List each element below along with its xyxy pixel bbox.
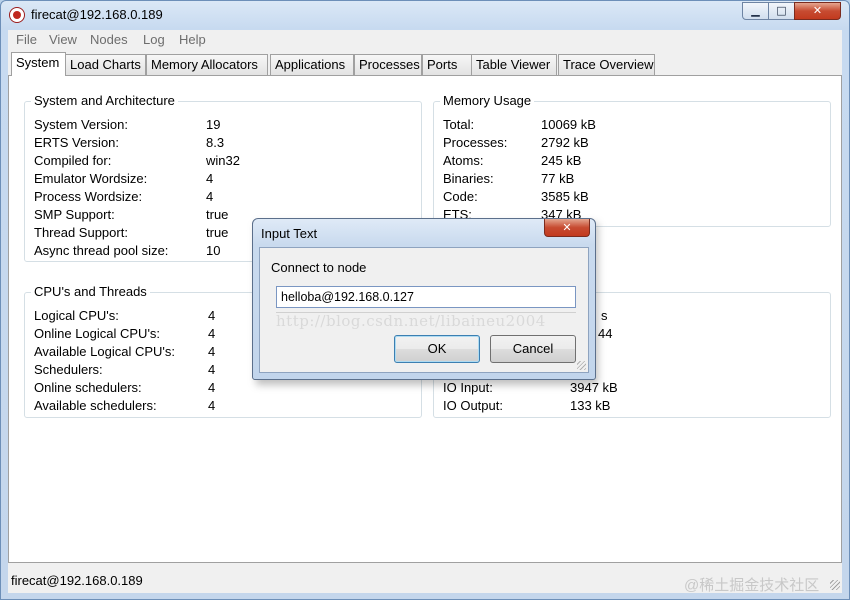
smp-support-label: SMP Support: — [34, 207, 115, 222]
blog-watermark: http://blog.csdn.net/libaineu2004 — [276, 312, 546, 330]
group-title: System and Architecture — [31, 93, 178, 108]
compiled-for-label: Compiled for: — [34, 153, 112, 168]
memory-code-value: 3585 kB — [541, 189, 589, 204]
available-logical-cpus-label: Available Logical CPU's: — [34, 344, 175, 359]
title-bar[interactable]: firecat@192.168.0.189 ▁ □ ✕ — [1, 1, 849, 29]
statistics-partial-value-2: 44 — [598, 326, 613, 341]
emulator-wordsize-value: 4 — [206, 171, 214, 186]
erlang-observer-icon — [9, 7, 25, 23]
io-output-value: 133 kB — [570, 398, 611, 413]
dialog-title: Input Text — [261, 226, 318, 241]
memory-atoms-value: 245 kB — [541, 153, 582, 168]
connect-prompt-label: Connect to node — [271, 260, 367, 275]
input-text-dialog: Input Text ✕ Connect to node http://blog… — [252, 218, 596, 380]
available-schedulers-label: Available schedulers: — [34, 398, 157, 413]
logical-cpus-label: Logical CPU's: — [34, 308, 119, 323]
node-name-input[interactable] — [276, 286, 576, 308]
compiled-for-value: win32 — [206, 153, 240, 168]
schedulers-label: Schedulers: — [34, 362, 103, 377]
memory-total-value: 10069 kB — [541, 117, 596, 132]
memory-binaries-value: 77 kB — [541, 171, 575, 186]
emulator-wordsize-label: Emulator Wordsize: — [34, 171, 148, 186]
async-pool-label: Async thread pool size: — [34, 243, 169, 258]
smp-support-value: true — [206, 207, 229, 222]
memory-processes-value: 2792 kB — [541, 135, 589, 150]
minimize-button[interactable]: ▁ — [742, 2, 769, 20]
erts-version-label: ERTS Version: — [34, 135, 120, 150]
tab-applications[interactable]: Applications — [270, 54, 354, 75]
menu-bar: File View Nodes Log Help — [8, 30, 842, 50]
memory-code-label: Code: — [443, 189, 478, 204]
thread-support-value: true — [206, 225, 229, 240]
memory-processes-label: Processes: — [443, 135, 508, 150]
group-title: Memory Usage — [440, 93, 535, 108]
ok-button[interactable]: OK — [394, 335, 480, 363]
memory-total-label: Total: — [443, 117, 475, 132]
process-wordsize-value: 4 — [206, 189, 214, 204]
logical-cpus-value: 4 — [208, 308, 216, 323]
io-output-label: IO Output: — [443, 398, 503, 413]
memory-atoms-label: Atoms: — [443, 153, 484, 168]
tab-load-charts[interactable]: Load Charts — [65, 54, 146, 75]
online-logical-cpus-value: 4 — [208, 326, 216, 341]
maximize-button[interactable]: □ — [768, 2, 795, 20]
window-title: firecat@192.168.0.189 — [31, 7, 163, 22]
menu-help[interactable]: Help — [179, 32, 206, 47]
memory-binaries-label: Binaries: — [443, 171, 494, 186]
statistics-partial-value-1: s — [601, 308, 608, 323]
dialog-body: Connect to node http://blog.csdn.net/lib… — [259, 247, 589, 373]
group-title: CPU's and Threads — [31, 284, 150, 299]
process-wordsize-label: Process Wordsize: — [34, 189, 143, 204]
cancel-button[interactable]: Cancel — [490, 335, 576, 363]
menu-file[interactable]: File — [16, 32, 37, 47]
tab-memory-allocators[interactable]: Memory Allocators — [146, 54, 268, 75]
schedulers-value: 4 — [208, 362, 216, 377]
menu-view[interactable]: View — [49, 32, 77, 47]
available-schedulers-value: 4 — [208, 398, 216, 413]
erts-version-value: 8.3 — [206, 135, 225, 150]
tab-trace-overview[interactable]: Trace Overview — [558, 54, 655, 75]
online-schedulers-value: 4 — [208, 380, 216, 395]
site-watermark: @稀土掘金技术社区 — [684, 577, 820, 594]
system-version-label: System Version: — [34, 117, 128, 132]
menu-nodes[interactable]: Nodes — [90, 32, 128, 47]
system-version-value: 19 — [206, 117, 221, 132]
tab-system[interactable]: System — [11, 52, 66, 76]
memory-usage-group: Memory Usage Total: 10069 kB Processes: … — [433, 93, 831, 227]
tab-bar: System Load Charts Memory Allocators App… — [8, 52, 842, 76]
available-logical-cpus-value: 4 — [208, 344, 216, 359]
status-node-name: firecat@192.168.0.189 — [11, 573, 143, 588]
tab-table-viewer[interactable]: Table Viewer — [471, 54, 557, 75]
online-logical-cpus-label: Online Logical CPU's: — [34, 326, 161, 341]
dialog-close-button[interactable]: ✕ — [544, 219, 590, 237]
thread-support-label: Thread Support: — [34, 225, 128, 240]
tab-processes[interactable]: Processes — [354, 54, 422, 75]
tab-ports[interactable]: Ports — [422, 54, 472, 75]
menu-log[interactable]: Log — [143, 32, 165, 47]
resize-grip-icon[interactable] — [830, 580, 840, 590]
online-schedulers-label: Online schedulers: — [34, 380, 142, 395]
close-button[interactable]: ✕ — [794, 2, 841, 20]
dialog-resize-grip-icon[interactable] — [577, 361, 586, 370]
async-pool-value: 10 — [206, 243, 221, 258]
